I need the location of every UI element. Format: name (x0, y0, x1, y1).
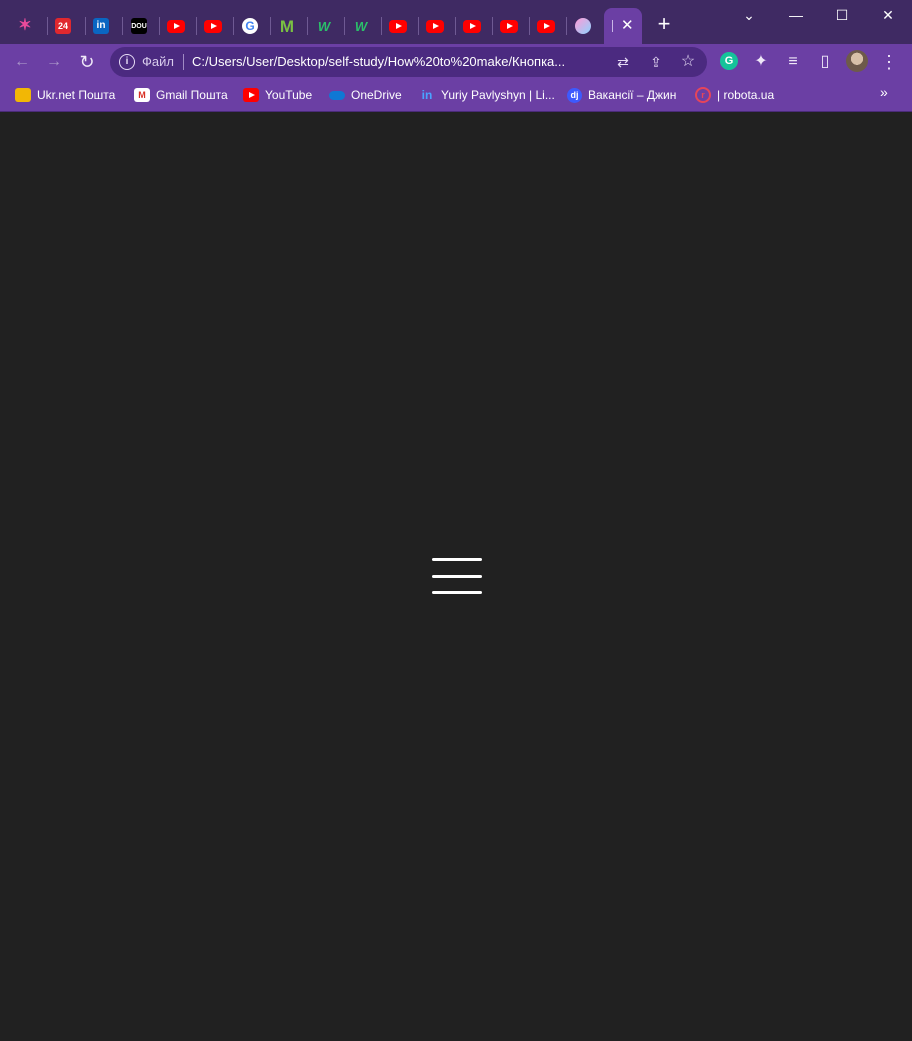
extensions-icon[interactable]: ✦ (749, 50, 773, 74)
youtube-icon (243, 88, 259, 102)
tab-linkedin[interactable]: in (83, 8, 119, 44)
gradient-circle-icon (575, 18, 591, 34)
tab-youtube[interactable] (528, 8, 564, 44)
robota-icon: r (695, 87, 711, 103)
tab-m[interactable]: M (269, 8, 305, 44)
tab-youtube[interactable] (158, 8, 194, 44)
bookmark-djinni[interactable]: dj Вакансії – Джин (567, 86, 676, 104)
bookmark-youtube[interactable]: YouTube (243, 86, 312, 104)
bookmark-label: Ukr.net Пошта (37, 88, 116, 102)
profile-avatar[interactable] (846, 50, 868, 72)
app-star-icon: ✶ (18, 17, 32, 34)
scheme-label: Файл (142, 54, 174, 69)
browser-toolbar: ← → ↻ i Файл C:/Users/User/Desktop/self-… (0, 44, 912, 80)
address-bar[interactable]: i Файл C:/Users/User/Desktop/self-study/… (110, 47, 707, 77)
bookmark-gmail[interactable]: M Gmail Пошта (134, 86, 228, 104)
grammarly-icon[interactable]: G (720, 52, 738, 70)
new-tab-button[interactable]: + (652, 12, 676, 36)
share-icon[interactable]: ⇪ (646, 52, 666, 72)
youtube-icon (389, 19, 407, 33)
site-info-icon[interactable]: i (119, 54, 135, 70)
bookmark-ukrnet[interactable]: Ukr.net Пошта (15, 86, 115, 104)
gmail-icon: M (134, 88, 150, 102)
bookmarks-overflow-icon[interactable]: » (880, 84, 888, 100)
tab-dou[interactable]: DOU (121, 8, 157, 44)
w-icon: W (317, 18, 331, 34)
active-tab[interactable]: ✕ (604, 8, 642, 44)
bookmark-star-icon[interactable]: ☆ (678, 52, 698, 72)
onedrive-icon (329, 90, 345, 100)
bookmark-label: OneDrive (351, 88, 402, 102)
back-button[interactable]: ← (10, 50, 34, 74)
bookmarks-bar: Ukr.net Пошта M Gmail Пошта YouTube OneD… (0, 80, 912, 112)
news24-icon: 24 (55, 18, 71, 34)
bookmark-label: YouTube (265, 88, 313, 102)
bookmark-onedrive[interactable]: OneDrive (329, 86, 402, 104)
w-icon: W (354, 18, 368, 34)
active-tab-favicon (612, 20, 613, 32)
tab-app-star[interactable]: ✶ (7, 8, 43, 44)
tab-youtube[interactable] (195, 8, 231, 44)
bookmark-label: Yuriy Pavlyshyn | Li... (441, 88, 555, 102)
youtube-icon (500, 19, 518, 33)
m-icon: M (279, 16, 295, 36)
url-text[interactable]: C:/Users/User/Desktop/self-study/How%20t… (192, 54, 612, 69)
linkedin-icon: in (421, 88, 433, 102)
maximize-button[interactable]: ☐ (827, 4, 857, 26)
tab-news24[interactable]: 24 (45, 8, 81, 44)
tab-youtube[interactable] (454, 8, 490, 44)
tab-w[interactable]: W (306, 8, 342, 44)
tab-w[interactable]: W (343, 8, 379, 44)
address-divider (183, 54, 184, 70)
tab-youtube[interactable] (380, 8, 416, 44)
bookmark-label: Gmail Пошта (156, 88, 228, 102)
youtube-icon (463, 19, 481, 33)
forward-button[interactable]: → (42, 50, 66, 74)
youtube-icon (537, 19, 555, 33)
bookmark-robota[interactable]: r | robota.ua (695, 86, 774, 104)
page-content (1, 112, 911, 1041)
media-control-icon[interactable]: ≡ (781, 50, 805, 74)
tab-youtube[interactable] (417, 8, 453, 44)
ukrnet-icon (15, 88, 31, 102)
linkedin-icon: in (93, 18, 109, 34)
bookmark-label: Вакансії – Джин (588, 88, 677, 102)
djinni-icon: dj (567, 87, 582, 103)
translate-icon[interactable]: ⇄ (613, 52, 633, 72)
reload-button[interactable]: ↻ (75, 50, 99, 74)
tab-youtube[interactable] (491, 8, 527, 44)
tab-search-icon[interactable]: ⌄ (734, 4, 764, 26)
tab-gradient[interactable] (565, 8, 601, 44)
tab-strip: ✶ 24 in DOU G M W W ✕ + ⌄ — ☐ ✕ (0, 0, 912, 44)
google-icon: G (242, 18, 258, 34)
hamburger-bar (432, 575, 482, 578)
hamburger-menu-button[interactable] (431, 558, 483, 596)
browser-menu-icon[interactable]: ⋮ (877, 50, 901, 74)
minimize-button[interactable]: — (781, 4, 811, 26)
youtube-icon (204, 19, 222, 33)
youtube-icon (426, 19, 444, 33)
tab-google[interactable]: G (232, 8, 268, 44)
dou-icon: DOU (131, 18, 147, 34)
youtube-icon (167, 19, 185, 33)
bookmark-linkedin[interactable]: in Yuriy Pavlyshyn | Li... (419, 86, 555, 104)
side-panel-icon[interactable]: ▯ (813, 50, 837, 74)
close-tab-icon[interactable]: ✕ (621, 16, 634, 34)
close-window-button[interactable]: ✕ (873, 4, 903, 26)
hamburger-bar (432, 591, 482, 594)
bookmark-label: | robota.ua (717, 88, 775, 102)
hamburger-bar (432, 558, 482, 561)
browser-window: ✶ 24 in DOU G M W W ✕ + ⌄ — ☐ ✕ ← → ↻ i … (0, 0, 912, 1041)
